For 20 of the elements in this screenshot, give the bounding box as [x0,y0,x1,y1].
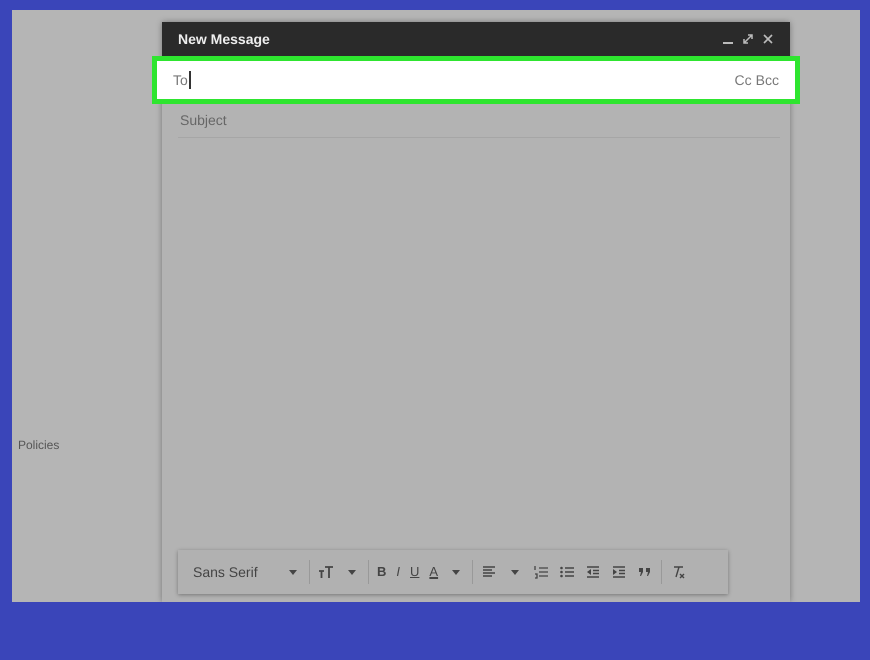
font-dropdown[interactable]: Sans Serif [188,557,280,587]
field-label: To [173,70,188,90]
align-icon[interactable] [481,564,498,580]
expand-icon[interactable] [742,33,754,45]
text-color-button[interactable]: A [424,557,444,587]
italic-button[interactable]: I [391,557,406,587]
cc-link[interactable]: Cc [734,70,752,90]
side-link[interactable]: Policies [18,436,60,454]
subject-field[interactable]: Subject [178,109,780,132]
bold-button[interactable]: B [372,557,392,587]
underline-button[interactable]: U [405,557,424,587]
window-title: New Message [178,30,270,49]
indent-less-icon[interactable] [585,564,602,580]
bcc-link[interactable]: Bcc [756,70,779,90]
close-icon[interactable] [762,33,774,45]
bulleted-list-icon[interactable] [559,564,576,580]
indent-more-icon[interactable] [611,564,628,580]
numbered-list-icon[interactable] [533,564,550,580]
text-size-icon[interactable] [318,564,334,580]
recipient-field[interactable]: To Cc Bcc [152,56,800,104]
